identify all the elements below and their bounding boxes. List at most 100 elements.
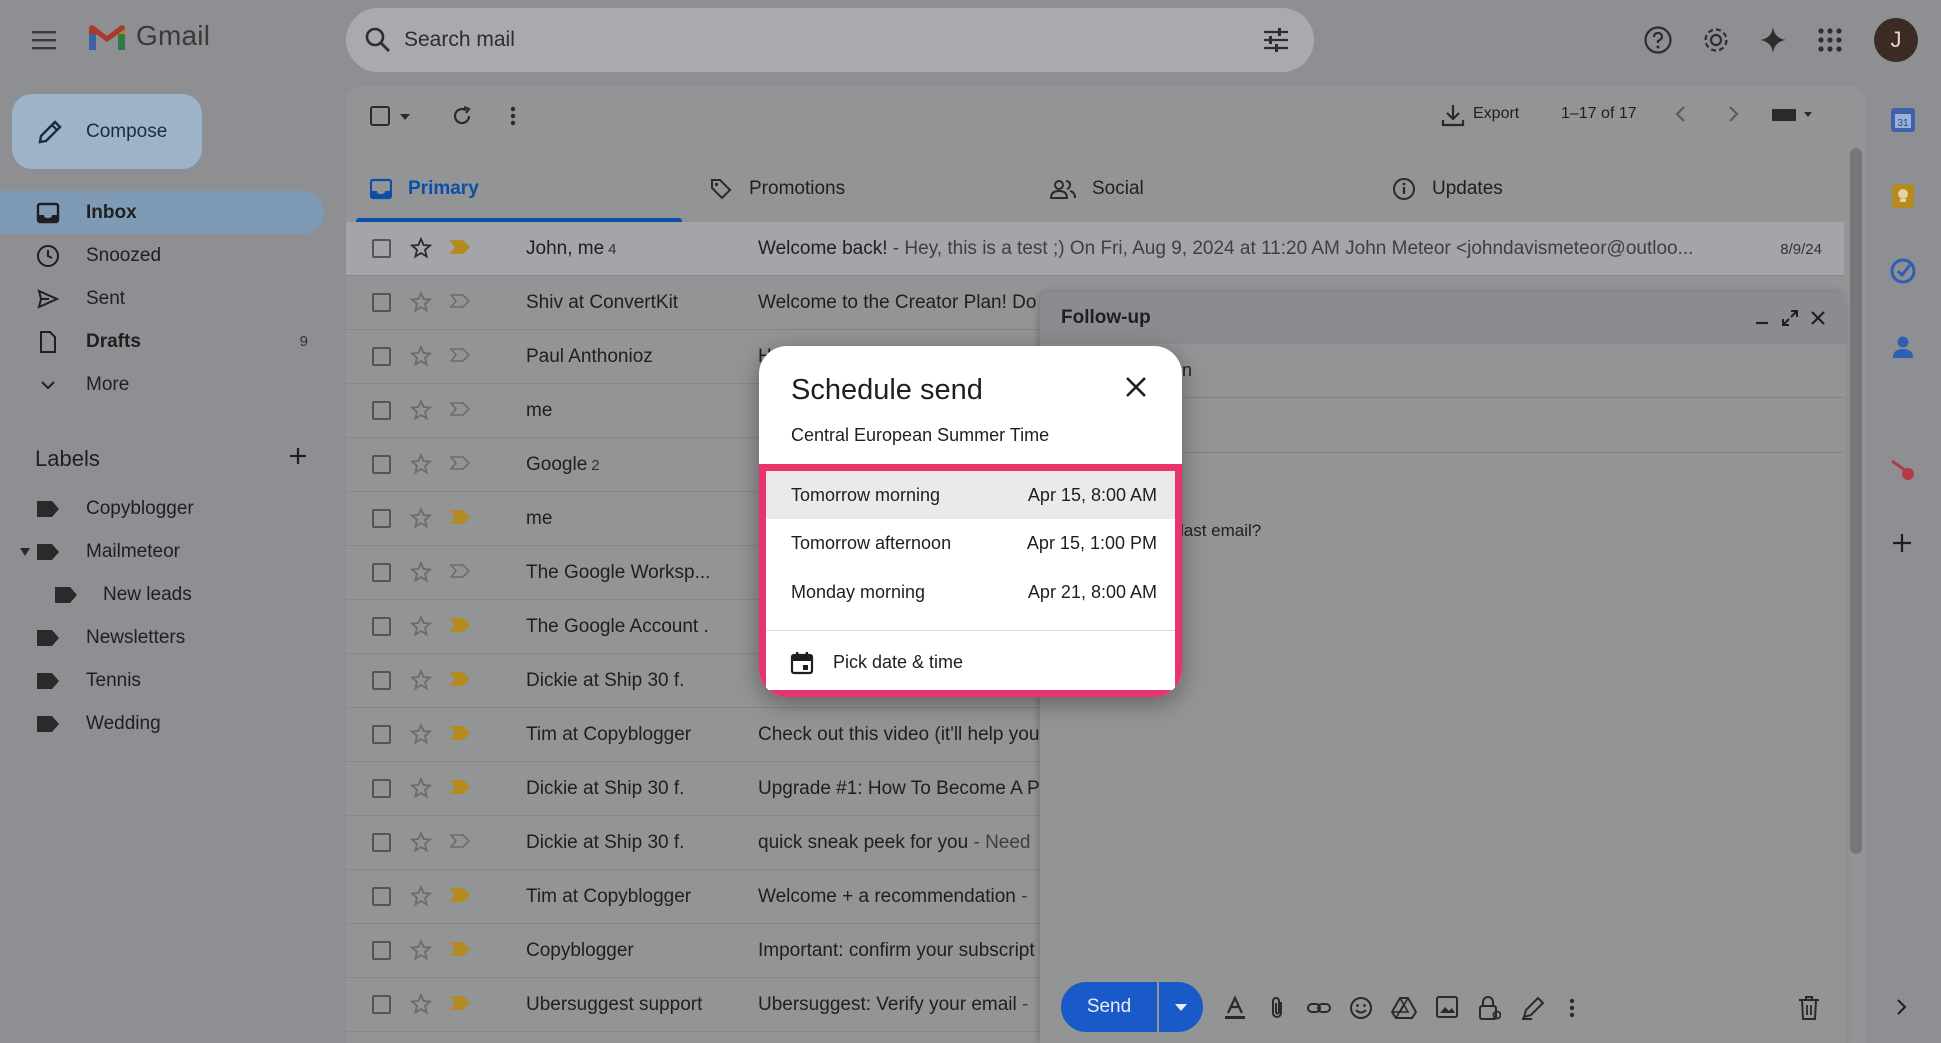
star-icon[interactable] [410, 669, 432, 691]
more-vert-icon[interactable] [509, 104, 517, 128]
mailmeteor-addon-icon[interactable] [1890, 457, 1916, 483]
row-checkbox[interactable] [372, 347, 391, 366]
row-checkbox[interactable] [372, 401, 391, 420]
importance-marker-icon[interactable] [450, 780, 470, 794]
email-row[interactable]: John, me 4 Welcome back! - Hey, this is a … [346, 222, 1844, 276]
importance-marker-icon[interactable] [450, 726, 470, 740]
add-label-icon[interactable] [286, 444, 310, 468]
apps-grid-icon[interactable] [1810, 20, 1850, 60]
importance-marker-icon[interactable] [450, 456, 470, 470]
star-icon[interactable] [410, 453, 432, 475]
sidebar-item-drafts[interactable]: Drafts 9 [0, 320, 324, 363]
star-icon[interactable] [410, 291, 432, 313]
insert-photo-icon[interactable] [1435, 995, 1459, 1019]
refresh-icon[interactable] [450, 104, 474, 128]
star-icon[interactable] [410, 939, 432, 961]
star-icon[interactable] [410, 507, 432, 529]
gemini-sparkle-icon[interactable] [1753, 20, 1793, 60]
signature-pen-icon[interactable] [1520, 995, 1546, 1021]
send-button[interactable]: Send [1061, 982, 1157, 1032]
sidebar-item-sent[interactable]: Sent [0, 277, 324, 320]
tab-primary[interactable]: Primary [370, 156, 670, 222]
close-icon[interactable] [1123, 374, 1149, 400]
row-checkbox[interactable] [372, 671, 391, 690]
link-icon[interactable] [1306, 995, 1332, 1021]
confidential-lock-icon[interactable] [1477, 995, 1501, 1021]
expand-panel-chevron-icon[interactable] [1894, 997, 1908, 1017]
tab-updates[interactable]: Updates [1392, 156, 1692, 222]
row-checkbox[interactable] [372, 833, 391, 852]
attach-icon[interactable] [1266, 995, 1288, 1021]
row-checkbox[interactable] [372, 239, 391, 258]
emoji-icon[interactable] [1348, 995, 1374, 1021]
close-icon[interactable] [1810, 310, 1826, 326]
row-checkbox[interactable] [372, 563, 391, 582]
calendar-icon[interactable]: 31 [1890, 107, 1916, 133]
download-icon[interactable] [1440, 102, 1466, 128]
importance-marker-icon[interactable] [450, 888, 470, 902]
importance-marker-icon[interactable] [450, 996, 470, 1010]
compose-header[interactable]: Follow-up [1040, 292, 1846, 344]
importance-marker-icon[interactable] [450, 294, 470, 308]
expand-arrow-icon[interactable] [19, 547, 31, 557]
more-options-icon[interactable] [1568, 995, 1576, 1021]
star-icon[interactable] [410, 345, 432, 367]
compose-button[interactable]: Compose [12, 94, 202, 169]
contacts-icon[interactable] [1890, 334, 1916, 360]
star-icon[interactable] [410, 885, 432, 907]
star-icon[interactable] [410, 831, 432, 853]
importance-marker-icon[interactable] [450, 510, 470, 524]
search-input[interactable] [404, 8, 1224, 72]
star-icon[interactable] [410, 993, 432, 1015]
pick-date-time-button[interactable]: Pick date & time [766, 637, 1175, 689]
row-checkbox[interactable] [372, 455, 391, 474]
row-checkbox[interactable] [372, 941, 391, 960]
compose-body[interactable]: last email? [1180, 521, 1261, 541]
row-checkbox[interactable] [372, 725, 391, 744]
importance-marker-icon[interactable] [450, 402, 470, 416]
schedule-option-tomorrow-morning[interactable]: Tomorrow morning Apr 15, 8:00 AM [766, 471, 1175, 519]
search-bar[interactable] [346, 8, 1314, 72]
importance-marker-icon[interactable] [450, 618, 470, 632]
scrollbar[interactable] [1850, 148, 1862, 854]
star-icon[interactable] [410, 399, 432, 421]
star-icon[interactable] [410, 723, 432, 745]
export-button[interactable]: Export [1473, 105, 1519, 123]
star-icon[interactable] [410, 777, 432, 799]
tab-social[interactable]: Social [1050, 156, 1350, 222]
select-dropdown-icon[interactable] [399, 113, 411, 121]
drive-icon[interactable] [1391, 995, 1417, 1021]
text-format-icon[interactable] [1222, 995, 1248, 1021]
select-all-checkbox[interactable] [370, 106, 390, 126]
delete-draft-icon[interactable] [1798, 995, 1820, 1021]
chevron-left-icon[interactable] [1674, 105, 1688, 123]
fullscreen-icon[interactable] [1782, 310, 1798, 326]
search-options-icon[interactable] [1262, 28, 1290, 52]
label-item-newsletters[interactable]: Newsletters [0, 618, 324, 658]
chevron-right-icon[interactable] [1726, 105, 1740, 123]
label-item-mailmeteor[interactable]: Mailmeteor [0, 532, 324, 572]
importance-marker-icon[interactable] [450, 348, 470, 362]
tasks-icon[interactable] [1890, 258, 1916, 284]
search-icon[interactable] [364, 26, 392, 54]
row-checkbox[interactable] [372, 995, 391, 1014]
help-icon[interactable] [1638, 20, 1678, 60]
star-icon[interactable] [410, 561, 432, 583]
schedule-option-tomorrow-afternoon[interactable]: Tomorrow afternoon Apr 15, 1:00 PM [766, 519, 1175, 567]
row-checkbox[interactable] [372, 617, 391, 636]
importance-marker-icon[interactable] [450, 564, 470, 578]
schedule-option-monday-morning[interactable]: Monday morning Apr 21, 8:00 AM [766, 568, 1175, 616]
row-checkbox[interactable] [372, 509, 391, 528]
keyboard-icon[interactable] [1772, 108, 1814, 122]
sidebar-item-snoozed[interactable]: Snoozed [0, 234, 324, 277]
sidebar-item-more[interactable]: More [0, 363, 324, 406]
tab-promotions[interactable]: Promotions [709, 156, 1009, 222]
row-checkbox[interactable] [372, 887, 391, 906]
minimize-icon[interactable] [1755, 311, 1769, 325]
star-icon[interactable] [410, 237, 432, 259]
label-item-tennis[interactable]: Tennis [0, 661, 324, 701]
recipients-field[interactable]: n [1182, 360, 1192, 381]
label-item-wedding[interactable]: Wedding [0, 704, 324, 744]
row-checkbox[interactable] [372, 779, 391, 798]
schedule-send-dropdown[interactable] [1159, 982, 1203, 1032]
